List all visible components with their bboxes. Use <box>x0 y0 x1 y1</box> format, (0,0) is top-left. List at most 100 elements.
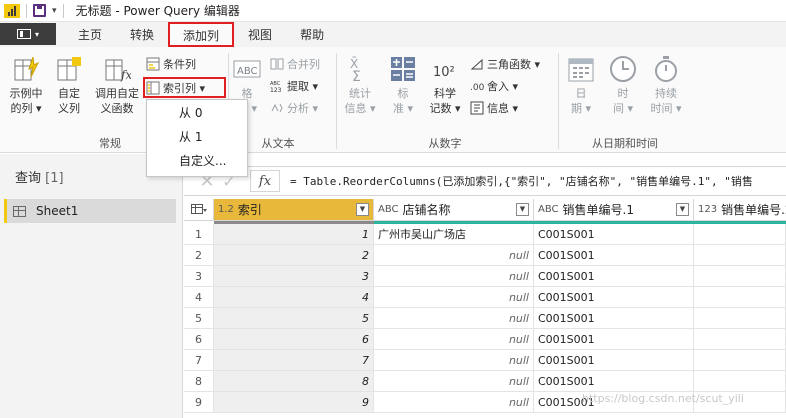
conditional-column-icon <box>146 57 160 71</box>
cell-order-code-1[interactable]: C001S001 <box>534 224 694 245</box>
column-header-store-name[interactable]: ABC 店铺名称 ▼ <box>374 199 534 221</box>
filter-dropdown-icon[interactable]: ▼ <box>356 203 369 216</box>
cell-index[interactable]: 9 <box>214 392 374 413</box>
row-number[interactable]: 1 <box>184 224 214 245</box>
cell-order-code-2[interactable] <box>694 308 786 329</box>
cell-store-name[interactable]: 广州市吴山广场店 <box>374 224 534 245</box>
rounding-button[interactable]: .00 舍入 ▾ <box>470 77 518 95</box>
power-bi-logo-icon <box>4 3 20 18</box>
time-button[interactable]: 时 间 ▾ <box>608 55 638 116</box>
cell-order-code-2[interactable] <box>694 329 786 350</box>
quick-access-dropdown-icon[interactable]: ▾ <box>52 6 57 16</box>
information-button[interactable]: 信息 ▾ <box>470 99 518 117</box>
cell-order-code-1[interactable]: C001S001 <box>534 329 694 350</box>
cell-order-code-2[interactable] <box>694 245 786 266</box>
row-number[interactable]: 4 <box>184 287 214 308</box>
insert-function-button[interactable]: fx <box>250 170 280 192</box>
column-header-order-code-1[interactable]: ABC 销售单编号.1 ▼ <box>534 199 694 221</box>
select-all-table-button[interactable] <box>184 199 214 221</box>
table-icon <box>13 205 26 217</box>
column-header-order-code-2[interactable]: 123 销售单编号.2 <box>694 199 786 221</box>
svg-text:.00: .00 <box>470 83 484 93</box>
menu-item-custom[interactable]: 自定义... <box>147 148 247 172</box>
cell-order-code-1[interactable]: C001S001 <box>534 308 694 329</box>
row-number[interactable]: 9 <box>184 392 214 413</box>
standard-button[interactable]: 标 准 ▾ <box>388 55 418 116</box>
column-type-icon[interactable]: ABC <box>378 204 399 215</box>
cell-store-name[interactable]: null <box>374 329 534 350</box>
cell-index[interactable]: 5 <box>214 308 374 329</box>
cell-index[interactable]: 8 <box>214 371 374 392</box>
cell-index[interactable]: 2 <box>214 245 374 266</box>
column-type-icon[interactable]: 123 <box>698 204 717 215</box>
cell-order-code-2[interactable] <box>694 224 786 245</box>
svg-text:Σ: Σ <box>352 69 361 83</box>
invoke-function-label-2: 义函数 <box>100 102 134 115</box>
scientific-button[interactable]: 10² 科学 记数 ▾ <box>426 55 464 116</box>
tab-add-column[interactable]: 添加列 <box>168 22 235 47</box>
cell-order-code-1[interactable]: C001S001 <box>534 266 694 287</box>
filter-dropdown-icon[interactable]: ▼ <box>676 203 689 216</box>
cell-index[interactable]: 3 <box>214 266 374 287</box>
invoke-custom-function-button[interactable]: fx 调用自定 义函数 <box>90 55 144 116</box>
cell-order-code-2[interactable] <box>694 266 786 287</box>
statistics-button[interactable]: X̄ Σ 统计 信息 ▾ <box>342 55 378 116</box>
row-number[interactable]: 6 <box>184 329 214 350</box>
cell-store-name[interactable]: null <box>374 371 534 392</box>
duration-button[interactable]: 持续 时间 ▾ <box>648 55 684 116</box>
save-icon[interactable] <box>33 4 46 17</box>
cell-store-name[interactable]: null <box>374 392 534 413</box>
conditional-column-button[interactable]: 条件列 <box>146 55 196 73</box>
cell-order-code-1[interactable]: C001S001 <box>534 287 694 308</box>
cell-index[interactable]: 6 <box>214 329 374 350</box>
row-number[interactable]: 8 <box>184 371 214 392</box>
table-row: 4 4 null C001S001 <box>184 287 786 308</box>
cell-order-code-1[interactable]: C001S001 <box>534 371 694 392</box>
cell-index[interactable]: 1 <box>214 224 374 245</box>
parse-button[interactable]: 分析 ▾ <box>270 99 318 117</box>
group-divider <box>336 53 337 149</box>
trigonometry-button[interactable]: 三角函数 ▾ <box>470 55 540 73</box>
column-header-index[interactable]: 1.2 索引 ▼ <box>214 199 374 221</box>
filter-dropdown-icon[interactable]: ▼ <box>516 203 529 216</box>
cell-store-name[interactable]: null <box>374 245 534 266</box>
duration-label-1: 持续 <box>655 87 677 100</box>
ribbon: 示例中 的列 ▾ 自定 义列 fx 调用自定 义函数 条件列 索引列 ▾ 常规 … <box>0 47 786 153</box>
row-number[interactable]: 7 <box>184 350 214 371</box>
custom-column-button[interactable]: 自定 义列 <box>52 55 86 116</box>
column-from-examples-button[interactable]: 示例中 的列 ▾ <box>6 55 46 116</box>
cell-index[interactable]: 7 <box>214 350 374 371</box>
group-label-general: 常规 <box>99 137 121 150</box>
table-menu-icon <box>190 203 207 214</box>
tab-view[interactable]: 视图 <box>234 22 286 47</box>
group-label-from-number: 从数字 <box>428 137 462 150</box>
cell-store-name[interactable]: null <box>374 308 534 329</box>
time-label-2: 间 ▾ <box>612 102 634 115</box>
cell-index[interactable]: 4 <box>214 287 374 308</box>
cell-store-name[interactable]: null <box>374 287 534 308</box>
cell-order-code-2[interactable] <box>694 371 786 392</box>
cell-order-code-1[interactable]: C001S001 <box>534 245 694 266</box>
row-number[interactable]: 2 <box>184 245 214 266</box>
cell-store-name[interactable]: null <box>374 350 534 371</box>
file-menu-button[interactable]: ▾ <box>0 23 56 45</box>
column-type-icon[interactable]: ABC <box>538 204 559 215</box>
query-item-sheet1[interactable]: Sheet1 <box>4 199 176 223</box>
merge-columns-button[interactable]: 合并列 <box>270 55 320 73</box>
row-number[interactable]: 3 <box>184 266 214 287</box>
date-button[interactable]: 日 期 ▾ <box>566 55 596 116</box>
tab-transform[interactable]: 转换 <box>116 22 168 47</box>
cell-store-name[interactable]: null <box>374 266 534 287</box>
row-number[interactable]: 5 <box>184 308 214 329</box>
tab-help[interactable]: 帮助 <box>286 22 338 47</box>
tab-home[interactable]: 主页 <box>64 22 116 47</box>
menu-item-from-1[interactable]: 从 1 <box>147 124 247 148</box>
cell-order-code-1[interactable]: C001S001 <box>534 350 694 371</box>
cell-order-code-2[interactable] <box>694 350 786 371</box>
extract-button[interactable]: ABC 123 提取 ▾ <box>270 77 318 95</box>
cell-order-code-2[interactable] <box>694 287 786 308</box>
index-column-button[interactable]: 索引列 ▾ <box>143 77 226 98</box>
menu-item-from-0[interactable]: 从 0 <box>147 100 247 124</box>
formula-input[interactable]: = Table.ReorderColumns(已添加索引,{"索引", "店铺名… <box>290 173 753 189</box>
column-type-icon[interactable]: 1.2 <box>218 204 234 215</box>
